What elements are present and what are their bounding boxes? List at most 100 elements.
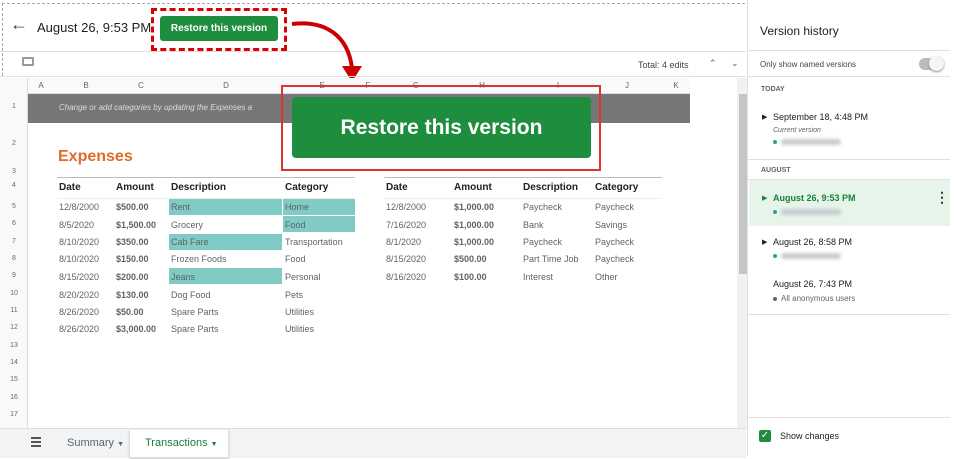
expenses-header-date[interactable]: Date — [59, 182, 81, 193]
expenses-heading: Expenses — [58, 148, 133, 165]
row-header[interactable]: 17 — [0, 411, 28, 418]
print-icon[interactable] — [22, 57, 34, 66]
tab-transactions[interactable]: Transactions ▼ — [145, 437, 218, 449]
column-header[interactable]: B — [76, 81, 96, 90]
row-header[interactable]: 2 — [0, 140, 28, 147]
table-cell[interactable]: 8/26/2020 — [59, 324, 99, 334]
expand-arrow-icon[interactable]: ▶ — [762, 113, 767, 121]
table-cell[interactable]: $130.00 — [116, 290, 149, 300]
all-sheets-menu-icon[interactable] — [31, 437, 41, 449]
table-cell[interactable]: Part Time Job — [523, 254, 579, 264]
table-cell[interactable]: 8/10/2020 — [59, 254, 99, 264]
table-cell[interactable]: Food — [285, 254, 306, 264]
table-cell[interactable]: Personal — [285, 272, 321, 282]
vertical-scrollbar-thumb[interactable] — [739, 94, 747, 274]
column-header[interactable]: J — [617, 81, 637, 90]
table-cell[interactable]: Food — [285, 220, 306, 230]
table-cell[interactable]: Paycheck — [523, 237, 562, 247]
row-header[interactable]: 6 — [0, 220, 28, 227]
table-cell[interactable]: $500.00 — [454, 254, 487, 264]
table-cell[interactable]: $1,000.00 — [454, 237, 494, 247]
row-header[interactable]: 16 — [0, 394, 28, 401]
table-cell[interactable]: Dog Food — [171, 290, 211, 300]
expand-arrow-icon[interactable]: ▶ — [762, 194, 767, 202]
expenses-header-amount[interactable]: Amount — [116, 182, 154, 193]
more-options-icon[interactable]: ⋮ — [935, 189, 949, 206]
row-header[interactable]: 13 — [0, 342, 28, 349]
row-header[interactable]: 7 — [0, 238, 28, 245]
table-cell[interactable]: Rent — [171, 202, 190, 212]
table-cell[interactable]: 8/20/2020 — [59, 290, 99, 300]
table-cell[interactable]: Spare Parts — [171, 307, 219, 317]
column-header[interactable]: D — [216, 81, 236, 90]
table-cell[interactable]: Utilities — [285, 324, 314, 334]
row-header[interactable]: 3 — [0, 168, 28, 175]
income-header-category[interactable]: Category — [595, 182, 638, 193]
table-cell[interactable]: Pets — [285, 290, 303, 300]
table-cell[interactable]: 8/15/2020 — [386, 254, 426, 264]
row-header[interactable]: 8 — [0, 255, 28, 262]
income-header-description[interactable]: Description — [523, 182, 578, 193]
table-cell[interactable]: Utilities — [285, 307, 314, 317]
table-cell[interactable]: $1,000.00 — [454, 202, 494, 212]
column-header[interactable]: K — [666, 81, 686, 90]
table-cell[interactable]: Home — [285, 202, 309, 212]
row-header[interactable]: 9 — [0, 272, 28, 279]
table-cell[interactable]: Interest — [523, 272, 553, 282]
table-cell[interactable]: 12/8/2000 — [386, 202, 426, 212]
toggle-knob[interactable] — [929, 56, 944, 71]
table-cell[interactable]: $350.00 — [116, 237, 149, 247]
table-cell[interactable]: $200.00 — [116, 272, 149, 282]
table-cell[interactable]: 12/8/2000 — [59, 202, 99, 212]
table-cell[interactable]: 7/16/2020 — [386, 220, 426, 230]
table-cell[interactable]: 8/16/2020 — [386, 272, 426, 282]
table-cell[interactable]: 8/10/2020 — [59, 237, 99, 247]
table-cell[interactable]: $1,500.00 — [116, 220, 156, 230]
row-header[interactable]: 11 — [0, 307, 28, 314]
expand-arrow-icon[interactable]: ▶ — [762, 238, 767, 246]
table-cell[interactable]: $150.00 — [116, 254, 149, 264]
table-cell[interactable]: Bank — [523, 220, 544, 230]
tab-summary[interactable]: Summary ▼ — [67, 437, 124, 449]
table-cell[interactable]: Paycheck — [595, 202, 634, 212]
row-header[interactable]: 14 — [0, 359, 28, 366]
row-header[interactable]: 15 — [0, 376, 28, 383]
income-header-amount[interactable]: Amount — [454, 182, 492, 193]
row-header[interactable]: 12 — [0, 324, 28, 331]
callout-dashed-box — [151, 8, 287, 51]
table-cell[interactable]: Cab Fare — [171, 237, 209, 247]
table-cell[interactable]: 8/15/2020 — [59, 272, 99, 282]
row-header[interactable]: 1 — [0, 103, 28, 110]
table-cell[interactable]: $1,000.00 — [454, 220, 494, 230]
show-changes-checkbox[interactable]: ✓ — [759, 430, 771, 442]
user-color-dot — [773, 210, 777, 214]
table-cell[interactable]: Transportation — [285, 237, 343, 247]
back-arrow-icon[interactable]: ← — [10, 14, 28, 35]
table-cell[interactable]: Paycheck — [523, 202, 562, 212]
table-cell[interactable]: Paycheck — [595, 237, 634, 247]
row-header[interactable]: 5 — [0, 203, 28, 210]
table-cell[interactable]: Spare Parts — [171, 324, 219, 334]
table-cell[interactable]: Savings — [595, 220, 627, 230]
row-header[interactable]: 4 — [0, 182, 28, 189]
table-cell[interactable]: Other — [595, 272, 618, 282]
table-cell[interactable]: Jeans — [171, 272, 195, 282]
row-header[interactable]: 10 — [0, 290, 28, 297]
table-cell[interactable]: 8/5/2020 — [59, 220, 94, 230]
expenses-header-category[interactable]: Category — [285, 182, 328, 193]
table-cell[interactable]: $3,000.00 — [116, 324, 156, 334]
chevron-down-icon[interactable]: ⌄ — [731, 58, 739, 69]
table-cell[interactable]: $50.00 — [116, 307, 144, 317]
table-cell[interactable]: Frozen Foods — [171, 254, 227, 264]
column-header[interactable]: C — [131, 81, 151, 90]
table-cell[interactable]: Grocery — [171, 220, 203, 230]
table-cell[interactable]: 8/1/2020 — [386, 237, 421, 247]
chevron-up-icon[interactable]: ⌃ — [709, 58, 717, 69]
table-cell[interactable]: Paycheck — [595, 254, 634, 264]
income-header-date[interactable]: Date — [386, 182, 408, 193]
expenses-header-description[interactable]: Description — [171, 182, 226, 193]
table-cell[interactable]: $100.00 — [454, 272, 487, 282]
column-header[interactable]: A — [34, 81, 48, 90]
table-cell[interactable]: 8/26/2020 — [59, 307, 99, 317]
table-cell[interactable]: $500.00 — [116, 202, 149, 212]
